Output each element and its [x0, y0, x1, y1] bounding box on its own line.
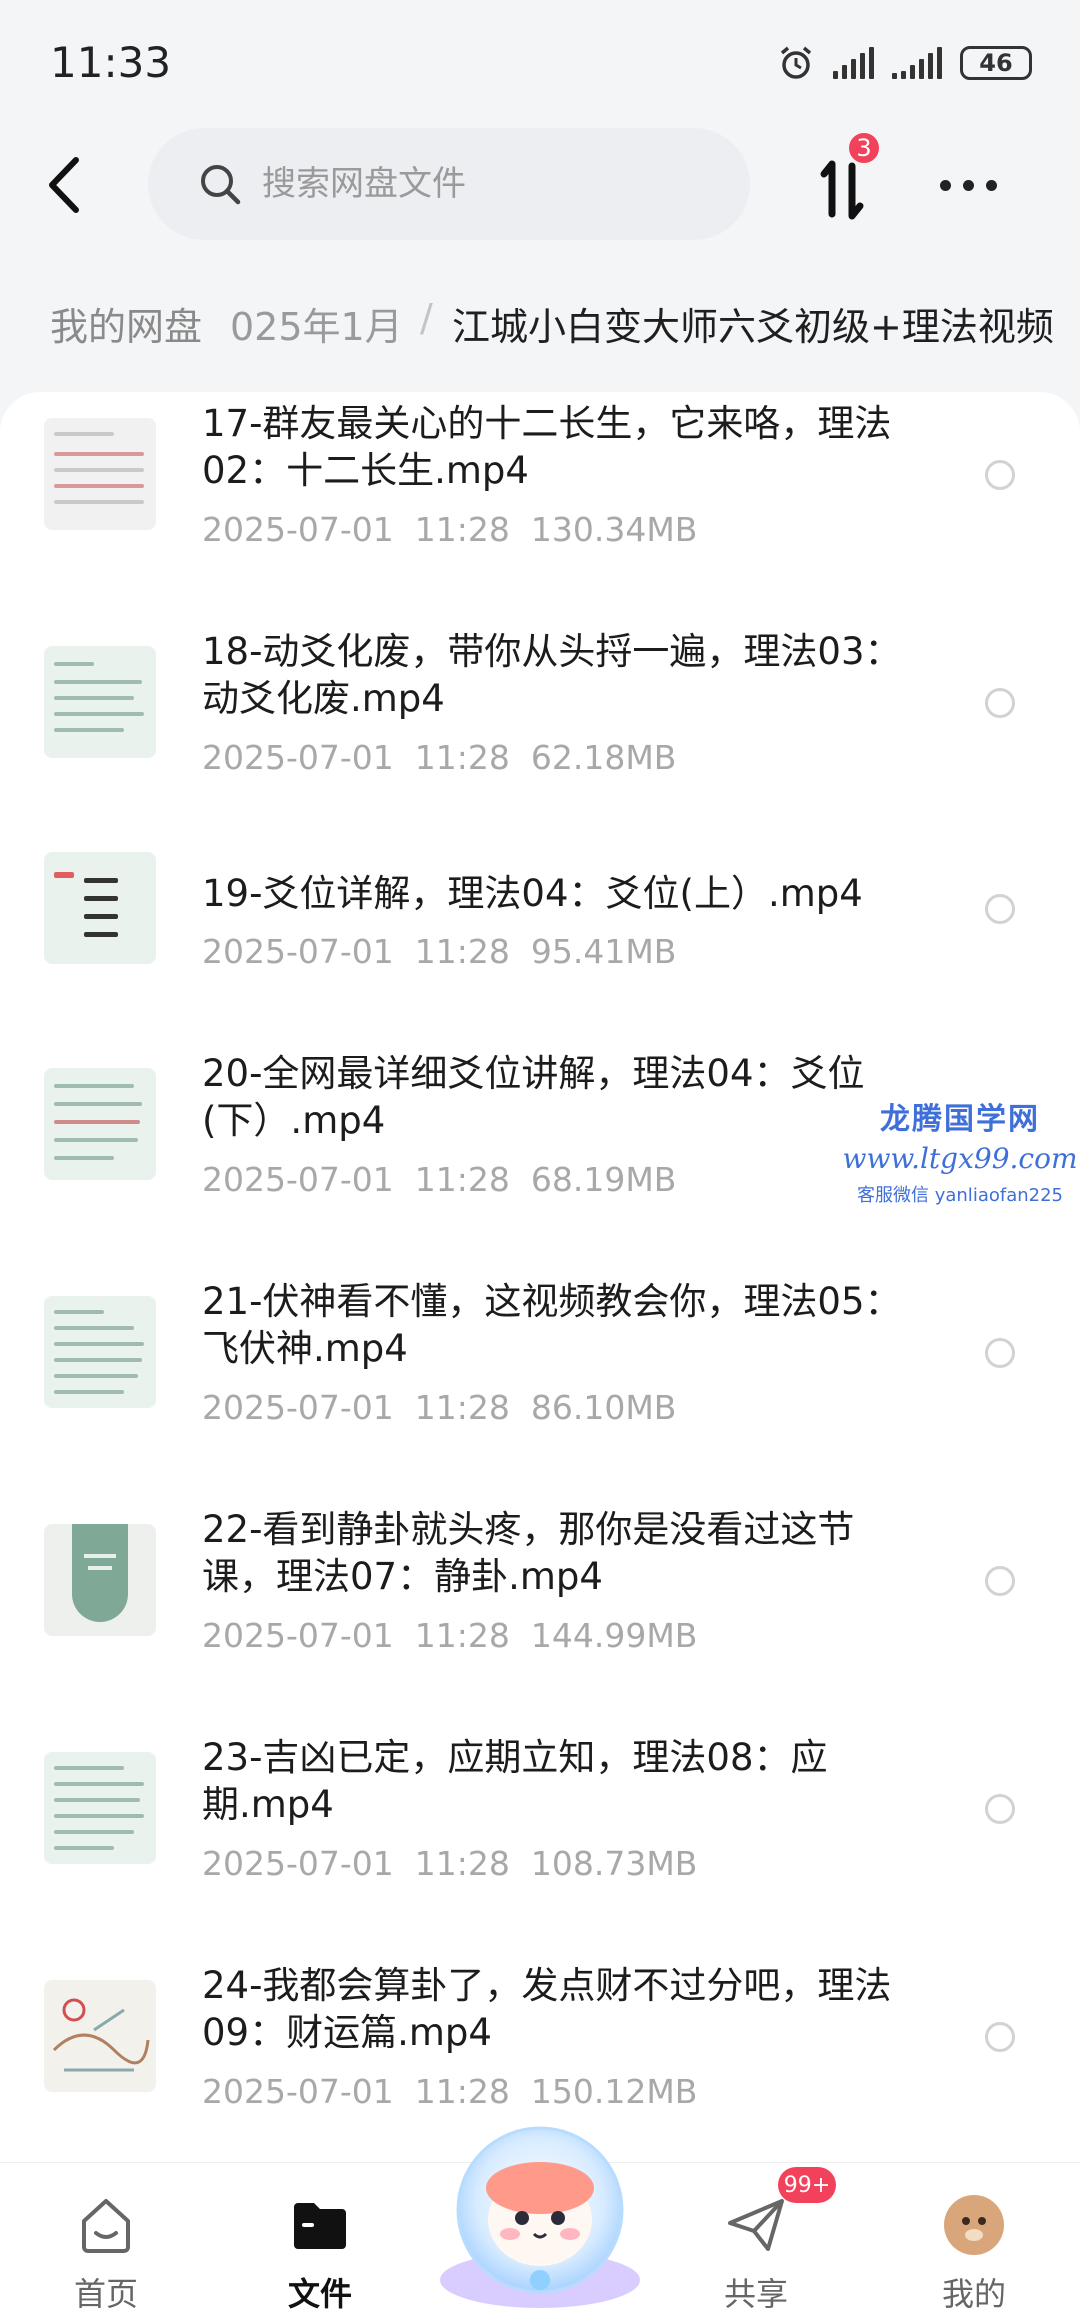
file-name: 18-动爻化废，带你从头捋一遍，理法03：动爻化废.mp4 [202, 630, 902, 720]
file-row[interactable]: 17-群友最关心的十二长生，它来咯，理法02：十二长生.mp4 2025-07-… [0, 392, 1080, 592]
file-row[interactable]: 21-伏神看不懂，这视频教会你，理法05：飞伏神.mp4 2025-07-01 … [0, 1270, 1080, 1470]
battery-icon: 46 [960, 46, 1032, 80]
file-meta: 2025-07-01 11:28 150.12MB [202, 2072, 698, 2111]
signal-icon [833, 47, 874, 79]
nav-mine-label: 我的 [941, 2275, 1006, 2313]
breadcrumb-folder[interactable]: 025年1月 [230, 296, 403, 351]
video-thumbnail [44, 646, 156, 758]
top-bar: 3 [0, 120, 1080, 250]
breadcrumb-separator: / [420, 296, 433, 340]
status-icons: 46 [777, 44, 1032, 82]
file-meta: 2025-07-01 11:28 86.10MB [202, 1388, 677, 1427]
nav-files[interactable]: 文件 [250, 2193, 390, 2315]
video-thumbnail [44, 1068, 156, 1180]
nav-mine[interactable]: 我的 [904, 2193, 1044, 2315]
file-name: 22-看到静卦就头疼，那你是没看过这节课，理法07：静卦.mp4 [202, 1508, 855, 1598]
video-thumbnail [44, 852, 156, 964]
file-row[interactable]: 18-动爻化废，带你从头捋一遍，理法03：动爻化废.mp4 2025-07-01… [0, 620, 1080, 820]
file-row[interactable]: 22-看到静卦就头疼，那你是没看过这节课，理法07：静卦.mp4 2025-07… [0, 1498, 1080, 1698]
status-bar: 11:33 46 [0, 0, 1080, 120]
nav-home-label: 首页 [73, 2275, 138, 2313]
back-arrow-icon[interactable] [36, 150, 96, 220]
transfer-badge: 3 [846, 130, 882, 166]
home-icon [82, 2199, 130, 2253]
watermark-contact: 客服微信 yanliaofan225 [857, 1185, 1063, 1206]
search-input[interactable] [262, 164, 682, 204]
share-badge: 99+ [778, 2167, 836, 2203]
alarm-icon [780, 46, 812, 79]
breadcrumb-current: 江城小白变大师六爻初级+理法视频 [452, 305, 1054, 349]
file-meta: 2025-07-01 11:28 62.18MB [202, 738, 677, 777]
file-meta: 2025-07-01 11:28 68.19MB [202, 1160, 677, 1199]
file-meta: 2025-07-01 11:28 130.34MB [202, 510, 698, 549]
select-radio[interactable] [985, 1338, 1015, 1368]
avatar [944, 2195, 1004, 2255]
nav-home[interactable]: 首页 [36, 2193, 176, 2315]
breadcrumb: 025年1月 我的网盘 / 江城小白变大师六爻初级+理法视频 [0, 290, 1080, 360]
file-name: 19-爻位详解，理法04：爻位(上）.mp4 [202, 872, 863, 915]
watermark-title: 龙腾国学网 [880, 1102, 1040, 1137]
select-radio[interactable] [985, 1566, 1015, 1596]
video-thumbnail [44, 1296, 156, 1408]
paper-plane-icon [728, 2199, 784, 2251]
nav-files-label: 文件 [287, 2275, 352, 2313]
status-time: 11:33 [50, 38, 172, 87]
select-radio[interactable] [985, 2022, 1015, 2052]
search-icon [201, 165, 241, 205]
video-thumbnail [44, 1980, 156, 2092]
video-thumbnail [44, 1752, 156, 1864]
file-name: 17-群友最关心的十二长生，它来咯，理法02：十二长生.mp4 [202, 402, 892, 492]
file-name: 23-吉凶已定，应期立知，理法08：应期.mp4 [202, 1736, 828, 1826]
video-thumbnail [44, 418, 156, 530]
watermark-url: www.ltgx99.com [842, 1142, 1078, 1175]
file-row[interactable]: 19-爻位详解，理法04：爻位(上）.mp4 2025-07-01 11:28 … [0, 848, 1080, 1048]
folder-icon [294, 2203, 346, 2249]
file-meta: 2025-07-01 11:28 95.41MB [202, 932, 677, 971]
select-radio[interactable] [985, 1794, 1015, 1824]
more-options-icon[interactable] [940, 170, 1010, 200]
watermark: 龙腾国学网 www.ltgx99.com 客服微信 yanliaofan225 [840, 1094, 1080, 1207]
file-row[interactable]: 23-吉凶已定，应期立知，理法08：应期.mp4 2025-07-01 11:2… [0, 1726, 1080, 1926]
file-meta: 2025-07-01 11:28 108.73MB [202, 1844, 698, 1883]
select-radio[interactable] [985, 688, 1015, 718]
search-bar[interactable] [148, 128, 750, 240]
select-radio[interactable] [985, 460, 1015, 490]
file-list: 17-群友最关心的十二长生，它来咯，理法02：十二长生.mp4 2025-07-… [0, 392, 1080, 2162]
mascot-assistant-icon[interactable] [430, 2110, 650, 2310]
nav-share-label: 共享 [723, 2275, 788, 2313]
breadcrumb-root[interactable]: 我的网盘 [50, 296, 223, 351]
file-name: 20-全网最详细爻位讲解，理法04：爻位(下）.mp4 [202, 1052, 865, 1142]
file-name: 24-我都会算卦了，发点财不过分吧，理法09：财运篇.mp4 [202, 1964, 892, 2054]
signal-2-icon [892, 47, 942, 79]
file-meta: 2025-07-01 11:28 144.99MB [202, 1616, 698, 1655]
file-name: 21-伏神看不懂，这视频教会你，理法05：飞伏神.mp4 [202, 1280, 902, 1370]
video-thumbnail [44, 1524, 156, 1636]
select-radio[interactable] [985, 894, 1015, 924]
nav-share[interactable]: 共享 [686, 2193, 826, 2315]
